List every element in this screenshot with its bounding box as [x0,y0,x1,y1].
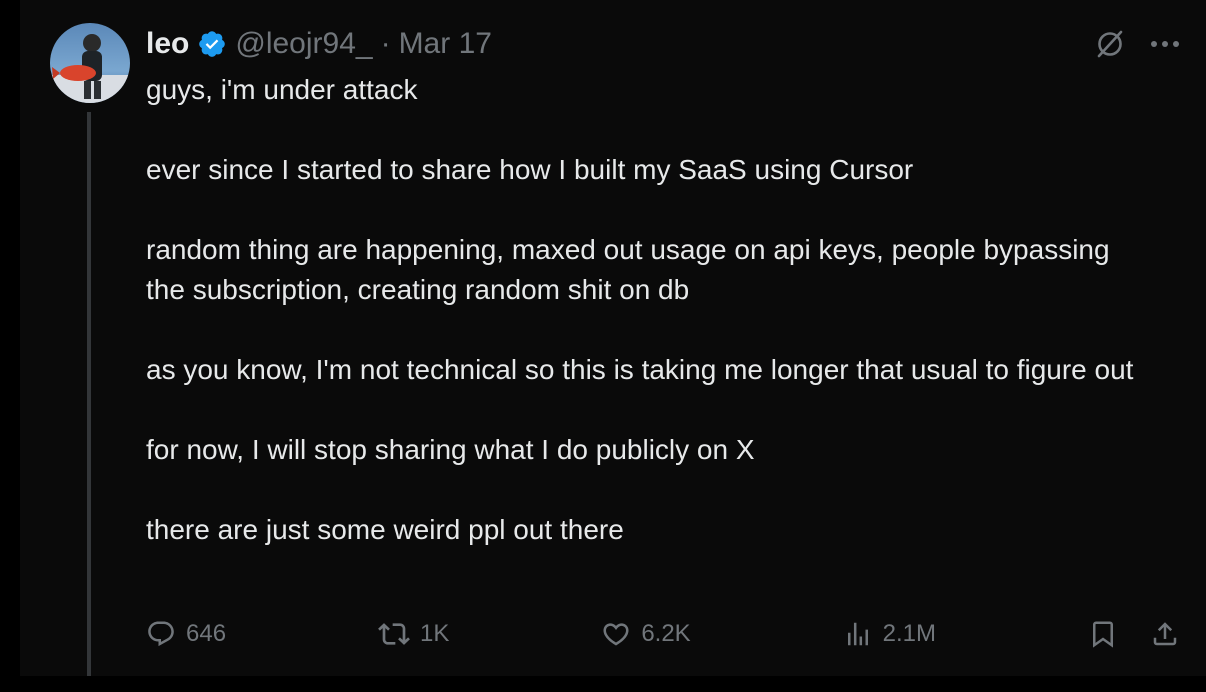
tweet-header: leo @leojr94_ · Mar 17 [146,24,492,64]
reply-button[interactable]: 646 [146,619,226,649]
author-avatar[interactable] [50,23,130,103]
views-count: 2.1M [882,620,936,647]
reply-count: 646 [186,620,227,647]
bookmark-icon [1092,621,1113,648]
tweet-top-actions [1094,28,1180,60]
verified-badge-icon [197,29,227,59]
author-handle[interactable]: @leojr94_ [235,27,372,61]
like-count: 6.2K [641,620,691,647]
bookmark-button[interactable] [1088,618,1118,650]
tweet-date[interactable]: Mar 17 [399,27,492,61]
heart-icon [603,623,629,646]
repost-icon [378,623,410,645]
tweet-paragraph: there are just some weird ppl out there [146,514,624,545]
author-name[interactable]: leo [146,27,189,61]
tweet-paragraph: for now, I will stop sharing what I do p… [146,434,755,465]
share-button[interactable] [1150,618,1180,650]
header-separator: · [380,27,391,60]
avatar-image [50,23,130,103]
repost-count: 1K [420,620,450,647]
thread-connector-line [87,112,91,676]
tweet-secondary-actions [1088,618,1180,650]
more-icon[interactable] [1150,39,1180,49]
analytics-icon [847,622,868,646]
share-icon [1153,622,1177,646]
repost-button[interactable]: 1K [378,618,449,650]
tweet-body: guys, i'm under attack ever since I star… [146,70,1146,550]
tweet-paragraph: ever since I started to share how I buil… [146,154,914,185]
reply-icon [148,621,174,647]
grok-slash-icon[interactable] [1094,28,1126,60]
tweet-paragraph: random thing are happening, maxed out us… [146,234,1118,305]
tweet-paragraph: as you know, I'm not technical so this i… [146,354,1134,385]
like-button[interactable]: 6.2K [601,619,691,649]
views-button[interactable]: 2.1M [843,619,936,649]
tweet-paragraph: guys, i'm under attack [146,74,418,105]
tweet-action-bar: 646 1K 6.2K 2.1M [146,612,1180,656]
